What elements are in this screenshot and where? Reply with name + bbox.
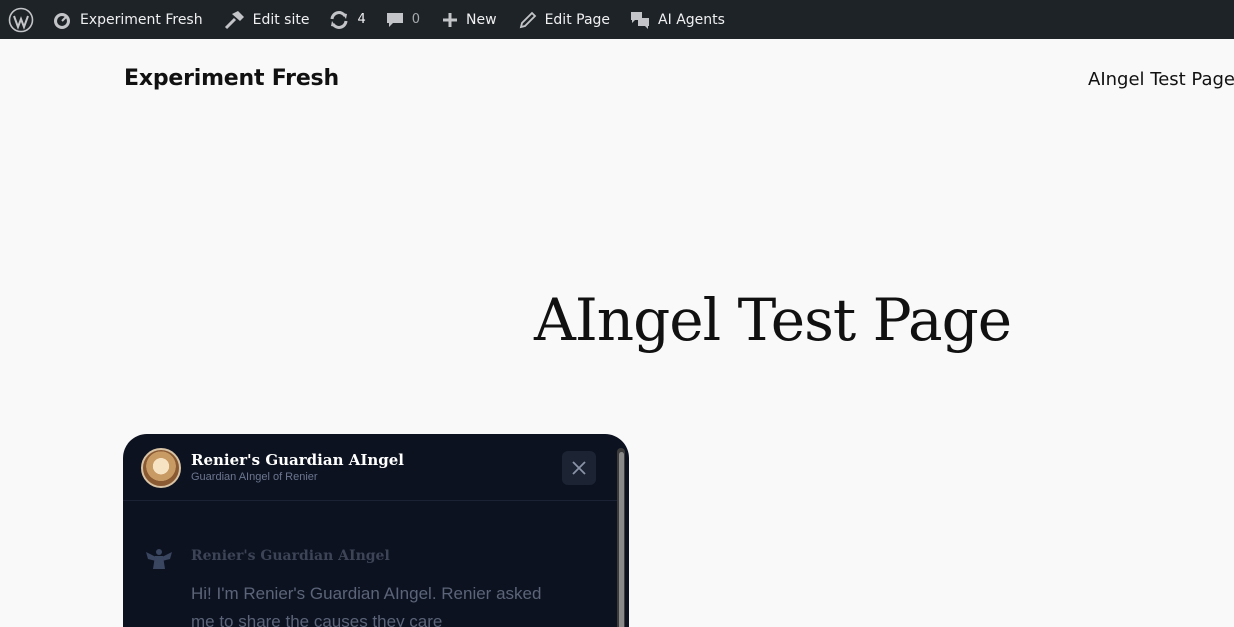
chat-scrollbar-thumb[interactable]: [619, 452, 624, 627]
comments-count: 0: [411, 12, 421, 27]
chat-widget: Renier's Guardian AIngel Guardian AIngel…: [123, 434, 629, 627]
updates-link[interactable]: 4: [329, 0, 366, 39]
dashboard-icon: [54, 12, 70, 29]
close-chat-button[interactable]: [562, 451, 596, 485]
chat-widget-header: Renier's Guardian AIngel Guardian AIngel…: [123, 434, 619, 501]
site-title[interactable]: Experiment Fresh: [124, 66, 339, 91]
close-icon: [572, 461, 586, 475]
wordpress-logo-button[interactable]: [0, 0, 42, 39]
nav-link-aingel-test-page[interactable]: AIngel Test Page: [1088, 69, 1234, 90]
comments-link[interactable]: 0: [386, 0, 420, 39]
hammer-icon: [224, 10, 244, 29]
edit-page-label: Edit Page: [544, 11, 611, 28]
angel-icon: [146, 549, 172, 569]
site-name-menu[interactable]: Experiment Fresh: [52, 0, 203, 39]
wordpress-icon: [8, 7, 34, 32]
comment-icon: [386, 12, 403, 27]
message-text: Hi! I'm Renier's Guardian AIngel. Renier…: [191, 584, 542, 627]
edit-site-link[interactable]: Edit site: [223, 0, 310, 39]
site-name-label: Experiment Fresh: [80, 11, 203, 28]
new-content-menu[interactable]: New: [442, 0, 497, 39]
ai-agents-link[interactable]: AI Agents: [630, 0, 725, 39]
new-label: New: [466, 11, 497, 28]
chat-widget-subtitle: Guardian AIngel of Renier: [191, 471, 318, 483]
admin-bar: Experiment Fresh Edit site 4 0 New Edit …: [0, 0, 1234, 39]
edit-page-link[interactable]: Edit Page: [519, 0, 610, 39]
edit-site-label: Edit site: [252, 11, 310, 28]
updates-icon: [330, 10, 348, 29]
chat-widget-name: Renier's Guardian AIngel: [191, 451, 404, 469]
pencil-icon: [519, 11, 536, 28]
message-author: Renier's Guardian AIngel: [191, 548, 390, 564]
chat-bubbles-icon: [631, 11, 650, 29]
angel-avatar: [141, 448, 181, 488]
page-title: AIngel Test Page: [534, 286, 1012, 354]
plus-icon: [443, 12, 458, 27]
updates-count: 4: [357, 12, 366, 27]
ai-agents-label: AI Agents: [658, 11, 725, 28]
